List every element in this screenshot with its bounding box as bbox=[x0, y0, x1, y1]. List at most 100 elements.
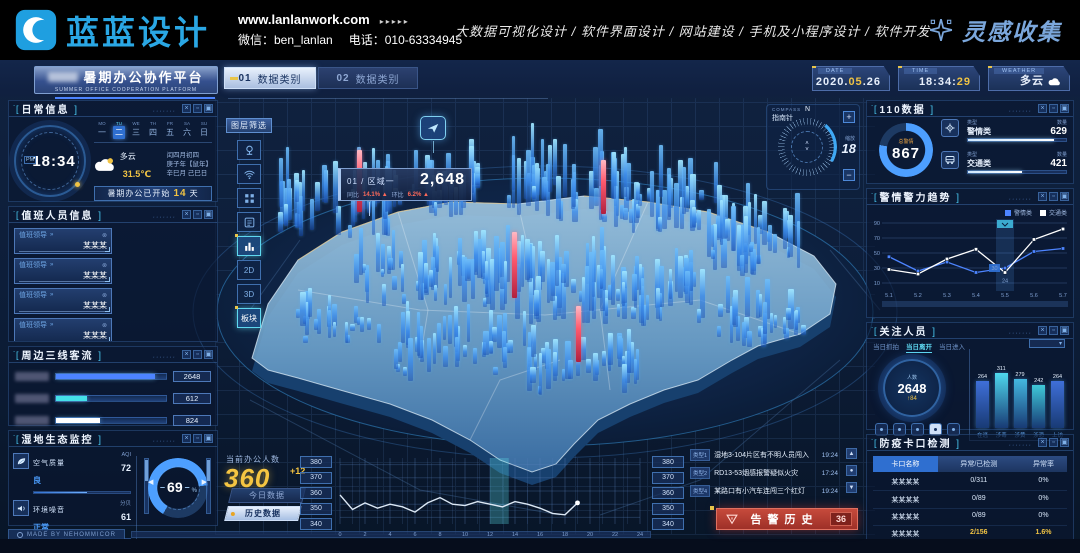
count-label: 人数 bbox=[907, 374, 917, 381]
window-icon[interactable]: ▫ bbox=[1049, 104, 1058, 113]
legend-item[interactable]: 警情类 bbox=[1005, 208, 1032, 217]
bar-chart-icon[interactable] bbox=[237, 236, 261, 256]
focus-tab[interactable]: 当日离开 bbox=[906, 341, 932, 353]
weekday-cn[interactable]: 五 bbox=[164, 126, 176, 139]
alert-type-badge: 类型2 bbox=[690, 467, 710, 479]
zoom-level: 18 bbox=[842, 141, 856, 156]
close-icon[interactable]: × bbox=[182, 210, 191, 219]
column-header[interactable]: 异常/已检测 bbox=[938, 456, 1020, 472]
layer-button[interactable]: 板块 bbox=[237, 308, 261, 328]
alert-row[interactable]: 类型4某路口有小汽车连闯三个红灯19:24 bbox=[690, 484, 838, 498]
close-icon[interactable]: ⊗ bbox=[102, 292, 107, 299]
grid-icon[interactable] bbox=[237, 188, 261, 208]
expand-icon[interactable]: ▣ bbox=[204, 210, 213, 219]
alert-history-banner[interactable]: 告警历史 36 bbox=[716, 508, 858, 530]
tab-data-category-1[interactable]: 01数据类别 bbox=[224, 67, 316, 89]
alert-row[interactable]: 类型2RD13-53烟感报警疑似火灾17:24 bbox=[690, 466, 838, 480]
radar-icon[interactable] bbox=[237, 164, 261, 184]
panel-title: 日常信息 bbox=[22, 101, 80, 116]
logo[interactable]: 蓝蓝设计 bbox=[14, 6, 210, 54]
website-link[interactable]: www.lanlanwork.com bbox=[238, 12, 370, 27]
close-icon[interactable]: × bbox=[1038, 438, 1047, 447]
duty-card[interactable]: 值班领导»⊗某某某 bbox=[14, 228, 112, 254]
expand-icon[interactable]: ▣ bbox=[204, 104, 213, 113]
duty-card[interactable]: 值班领导»⊗某某某 bbox=[14, 288, 112, 314]
weekday-cn[interactable]: 二 bbox=[113, 126, 125, 139]
expand-icon[interactable]: ▣ bbox=[1060, 438, 1069, 447]
column-header[interactable]: 异常率 bbox=[1020, 456, 1067, 472]
window-icon[interactable]: ▫ bbox=[1049, 192, 1058, 201]
scroll-dot-icon[interactable]: ● bbox=[846, 465, 857, 476]
close-icon[interactable]: × bbox=[1038, 192, 1047, 201]
tab-data-category-2[interactable]: 02数据类别 bbox=[318, 67, 418, 89]
today-data-button[interactable]: 今日数据 bbox=[228, 488, 306, 503]
column-header[interactable]: 卡口名称 bbox=[873, 456, 938, 472]
zoom-out-button[interactable]: − bbox=[843, 169, 855, 181]
plane-marker[interactable] bbox=[420, 116, 446, 140]
window-icon[interactable]: ▫ bbox=[193, 104, 202, 113]
close-icon[interactable]: × bbox=[182, 104, 191, 113]
close-icon[interactable]: ⊗ bbox=[102, 232, 107, 239]
zoom-in-button[interactable]: + bbox=[843, 111, 855, 123]
collect-button[interactable]: 灵感收集 bbox=[928, 0, 1062, 60]
weekday-cn[interactable]: 六 bbox=[181, 126, 193, 139]
contact-block: www.lanlanwork.com▸▸▸▸▸ 微信：ben_lanlan电话：… bbox=[238, 12, 478, 48]
expand-icon[interactable]: ▣ bbox=[204, 434, 213, 443]
window-icon[interactable]: ▫ bbox=[193, 434, 202, 443]
office-line-chart[interactable]: 024681012141618202224 bbox=[336, 452, 648, 544]
eco-gauge-value: 69 bbox=[158, 479, 192, 495]
layer-button-label: 2D bbox=[244, 266, 254, 275]
weekday-cn[interactable]: 四 bbox=[147, 126, 159, 139]
camera-icon[interactable] bbox=[237, 140, 261, 160]
svg-text:24: 24 bbox=[1002, 279, 1008, 285]
focus-tab[interactable]: 当日进入 bbox=[939, 341, 965, 353]
expand-icon[interactable]: ▣ bbox=[1060, 104, 1069, 113]
list-icon[interactable] bbox=[237, 212, 261, 232]
close-icon[interactable]: × bbox=[182, 350, 191, 359]
slider-right[interactable] bbox=[206, 458, 211, 514]
y-axis-left: 380370360350340 bbox=[300, 456, 332, 530]
window-icon[interactable]: ▫ bbox=[193, 210, 202, 219]
expand-icon[interactable]: ▣ bbox=[204, 350, 213, 359]
weekday-cn[interactable]: 一 bbox=[96, 126, 108, 139]
history-data-button[interactable]: 历史数据 bbox=[224, 506, 302, 521]
close-icon[interactable]: ⊗ bbox=[102, 262, 107, 269]
close-icon[interactable]: × bbox=[1038, 326, 1047, 335]
bar-fill bbox=[968, 171, 1022, 173]
duty-card[interactable]: 值班领导»⊗某某某 bbox=[14, 258, 112, 284]
weekday-cn[interactable]: 三 bbox=[130, 126, 142, 139]
window-icon[interactable]: ▫ bbox=[1049, 326, 1058, 335]
svg-text:2: 2 bbox=[363, 532, 366, 538]
expand-icon[interactable]: ▣ bbox=[1060, 326, 1069, 335]
expand-icon[interactable]: ▣ bbox=[1060, 192, 1069, 201]
bar-track bbox=[967, 170, 1067, 174]
legend-item[interactable]: 交通类 bbox=[1040, 208, 1067, 217]
close-icon[interactable]: × bbox=[1038, 104, 1047, 113]
window-icon[interactable]: ▫ bbox=[193, 350, 202, 359]
layer-button[interactable]: 3D bbox=[237, 284, 261, 304]
weather-condition: 多云 bbox=[120, 152, 136, 161]
window-icon[interactable]: ▫ bbox=[1049, 438, 1058, 447]
rate-value: 0% bbox=[1020, 512, 1067, 522]
arrow-left-icon[interactable]: ◀ bbox=[148, 478, 153, 486]
leaf-icon bbox=[13, 453, 29, 469]
scroll-down-icon[interactable]: ▼ bbox=[846, 482, 857, 493]
layer-button[interactable]: 2D bbox=[237, 260, 261, 280]
watermark-text: MADE BY NEHOMMICOR bbox=[27, 532, 116, 538]
checkpoint-name: 某某某某 bbox=[873, 477, 938, 487]
range-dropdown[interactable]: ▾ bbox=[1029, 339, 1065, 348]
close-icon[interactable]: × bbox=[182, 434, 191, 443]
alert-row[interactable]: 类型1湿地3-104片区有不明人员闯入19:24 bbox=[690, 448, 838, 462]
scroll-up-icon[interactable]: ▲ bbox=[846, 448, 857, 459]
lanlan-logo-icon bbox=[14, 8, 58, 52]
count-label: 数量 bbox=[1057, 119, 1067, 126]
type-name: 交通类 bbox=[967, 158, 1046, 169]
alert-time: 19:24 bbox=[822, 452, 838, 459]
focus-tab[interactable]: 当日抓拍 bbox=[873, 341, 899, 353]
close-icon[interactable]: ⊗ bbox=[102, 322, 107, 329]
type-label: 类型 bbox=[967, 151, 1046, 158]
trend-line-chart[interactable]: 907050301024305.15.25.35.45.55.65.7 bbox=[871, 217, 1071, 313]
duty-card[interactable]: 值班领导»⊗某某某 bbox=[14, 318, 112, 342]
ampm-label: PM bbox=[24, 156, 36, 164]
weekday-cn[interactable]: 日 bbox=[198, 126, 210, 139]
